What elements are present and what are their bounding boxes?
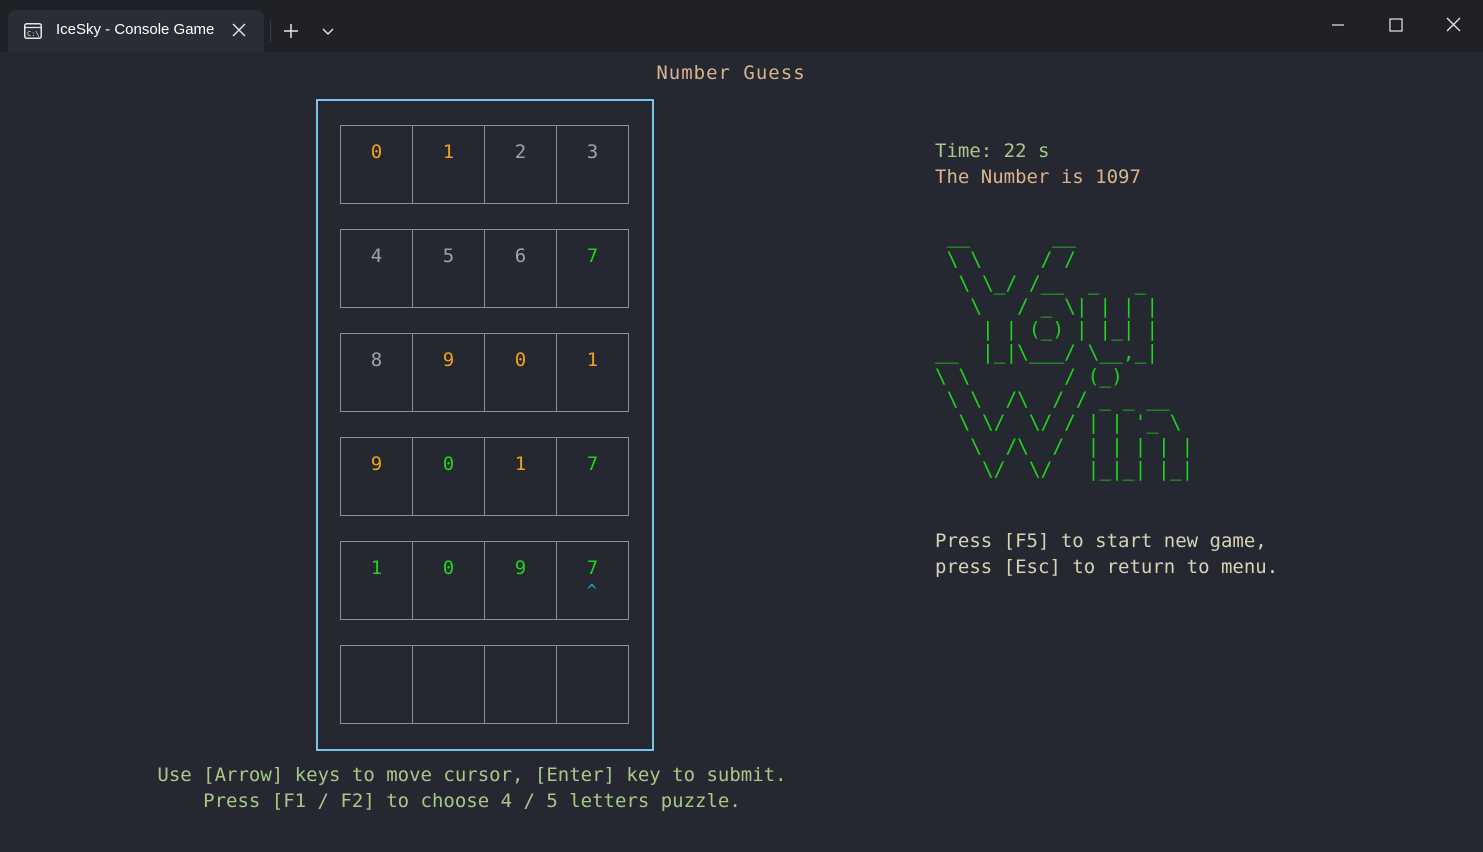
digit-value: 7 [586,245,599,267]
close-icon[interactable] [230,21,248,39]
puzzle-size-hint: Press [F1 / F2] to choose 4 / 5 letters … [203,790,741,812]
digit-cell: 7 [556,229,629,308]
plus-icon[interactable] [276,16,306,46]
digit-cell: 9 [484,541,557,620]
controls-hint: Use [Arrow] keys to move cursor, [Enter]… [157,764,787,786]
digit-cell: 1 [412,125,485,204]
game-title: Number Guess [656,62,806,84]
digit-cell [340,645,413,724]
digit-cell: 4 [340,229,413,308]
tab-console-game[interactable]: C:\ IceSky - Console Game [8,10,264,52]
terminal-icon: C:\ [24,23,42,39]
maximize-icon[interactable] [1374,10,1418,40]
digit-value: 1 [370,557,383,579]
digit-cell: 8 [340,333,413,412]
digit-cell: 0 [484,333,557,412]
digit-cell [412,645,485,724]
digit-value: 5 [442,245,455,267]
title-bar: C:\ IceSky - Console Game [0,0,1483,52]
answer-text: The Number is 1097 [935,166,1141,188]
digit-cell: 0 [340,125,413,204]
digit-cell: 9 [412,333,485,412]
digit-value: 0 [442,453,455,475]
digit-value: 1 [442,141,455,163]
digit-value: 0 [442,557,455,579]
tab-title: IceSky - Console Game [56,21,215,38]
tab-divider [270,20,271,42]
digit-cell: 0 [412,541,485,620]
digit-value: 1 [586,349,599,371]
digit-cell [484,645,557,724]
digit-cell: 1 [484,437,557,516]
close-icon[interactable] [1432,10,1476,40]
digit-cell: 3 [556,125,629,204]
digit-cell: 6 [484,229,557,308]
digit-cell: 1 [340,541,413,620]
digit-cell [556,645,629,724]
digit-value: 8 [370,349,383,371]
digit-value: 9 [442,349,455,371]
digit-value: 9 [514,557,527,579]
digit-cell: 2 [484,125,557,204]
digit-cell: 1 [556,333,629,412]
you-win-banner: __ __ \ \ / / \ \_/ /__ _ _ \ / _ \| | |… [935,225,1194,481]
guess-board: 0 1 2 3 4 5 6 7 8 9 0 1 9 0 1 7 1 0 9 7 ^ [316,99,654,751]
digit-value: 3 [586,141,599,163]
svg-text:C:\: C:\ [27,30,40,38]
digit-value: 6 [514,245,527,267]
digit-cell: 0 [412,437,485,516]
digit-value: 4 [370,245,383,267]
time-text: Time: 22 s [935,140,1050,162]
digit-value: 2 [514,141,527,163]
digit-cell: 7 [556,437,629,516]
minimize-icon[interactable] [1316,10,1360,40]
chevron-down-icon[interactable] [314,16,344,46]
menu-hint: press [Esc] to return to menu. [935,556,1279,578]
digit-value: 1 [514,453,527,475]
digit-value: 7 [586,453,599,475]
digit-value: 0 [514,349,527,371]
digit-value: 9 [370,453,383,475]
cursor-caret: ^ [587,581,597,600]
digit-cell: 9 [340,437,413,516]
digit-cell: 5 [412,229,485,308]
restart-hint: Press [F5] to start new game, [935,530,1267,552]
digit-value: 0 [370,141,383,163]
